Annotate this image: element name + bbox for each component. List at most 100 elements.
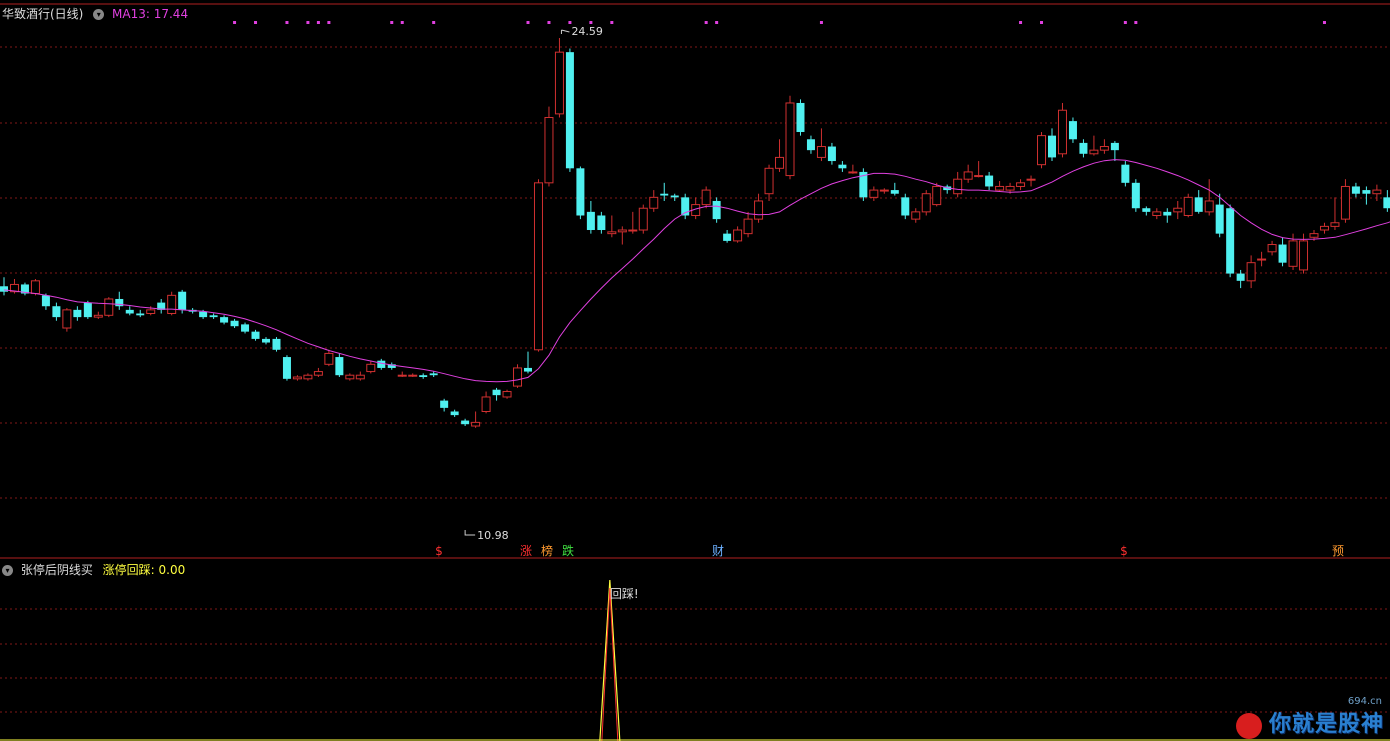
candle-up: [1183, 196, 1193, 216]
top-dot: [233, 21, 237, 24]
high-price-label: 24.59: [560, 25, 603, 38]
candle-up: [554, 51, 564, 115]
candle-up: [167, 294, 177, 314]
candle-down: [586, 211, 595, 231]
low-price-label: 10.98: [464, 529, 509, 542]
candle-down: [440, 400, 449, 408]
top-dot: [285, 21, 289, 24]
top-dot: [547, 21, 551, 24]
candle-up: [921, 193, 931, 213]
candle-down: [890, 190, 899, 194]
event-marker: 榜: [541, 543, 553, 558]
candle-up: [1152, 211, 1162, 216]
candle-down: [282, 357, 291, 379]
candle-down: [576, 168, 585, 216]
candle-up: [30, 280, 40, 295]
candle-up: [1319, 225, 1329, 231]
candle-up: [397, 374, 407, 377]
candle-up: [1026, 178, 1036, 181]
candle-down: [429, 373, 438, 376]
event-marker: $: [1120, 544, 1128, 558]
candle-up: [1257, 258, 1267, 261]
candle-up: [785, 102, 795, 177]
candles: [0, 38, 1390, 428]
collapse-icon[interactable]: ▾: [2, 565, 13, 576]
candle-down: [41, 295, 50, 307]
grid-lines: [0, 3, 1390, 499]
top-dot-markers: [233, 21, 1326, 24]
top-dot: [589, 21, 593, 24]
candle-up: [816, 146, 826, 158]
candle-up: [869, 189, 879, 198]
candle-down: [136, 313, 145, 316]
candle-up: [313, 371, 323, 376]
candle-down: [1163, 211, 1172, 216]
candle-up: [366, 363, 376, 373]
top-dot: [327, 21, 331, 24]
sub-panel-header: ▾ 张停后阴线买 涨停回踩: 0.00: [2, 561, 185, 578]
candle-down: [83, 302, 92, 318]
top-dot: [715, 21, 719, 24]
top-dot: [254, 21, 258, 24]
main-panel-header: 华致酒行(日线) ▾ MA13: 17.44: [2, 5, 188, 22]
candle-down: [1236, 273, 1245, 281]
candle-down: [230, 320, 239, 327]
candle-up: [355, 374, 365, 380]
candle-down: [450, 411, 459, 416]
candle-up: [471, 421, 481, 427]
event-marker: 预: [1332, 544, 1344, 558]
event-marker: 财: [712, 544, 724, 558]
top-dot: [610, 21, 614, 24]
candle-down: [251, 331, 260, 339]
sub-grid-lines: [0, 608, 1390, 713]
candle-up: [1099, 146, 1109, 151]
candle-up: [743, 218, 753, 235]
ma-value: MA13: 17.44: [112, 7, 189, 21]
watermark: 你就是股神: [1235, 706, 1384, 739]
candle-down: [125, 309, 134, 314]
candle-down: [660, 193, 669, 196]
candle-down: [901, 197, 910, 216]
candle-up: [775, 156, 785, 169]
candle-up: [607, 231, 617, 235]
candle-down: [565, 52, 574, 169]
top-dot: [1134, 21, 1138, 24]
candle-up: [764, 167, 774, 195]
event-marker: 涨: [520, 543, 532, 558]
event-markers: $ 涨榜跌 财 $ 预: [435, 543, 1344, 558]
candle-down: [1362, 190, 1371, 194]
candle-down: [1351, 186, 1360, 194]
top-dot: [526, 21, 530, 24]
candle-up: [879, 189, 889, 192]
candle-up: [638, 207, 648, 231]
candle-up: [1299, 240, 1309, 271]
candle-up: [104, 298, 114, 316]
candle-down: [1215, 204, 1224, 234]
candle-down: [1194, 197, 1203, 212]
top-dot: [316, 21, 320, 24]
candle-down: [241, 324, 250, 332]
kline-chart[interactable]: 24.59 10.98 $ 涨榜跌 财 $ 预 回踩!: [0, 0, 1390, 741]
candle-up: [533, 182, 543, 351]
sub-indicator-plot: [0, 579, 1390, 741]
candle-up: [848, 171, 858, 174]
candle-up: [544, 116, 554, 184]
candle-down: [723, 233, 732, 241]
candle-down: [52, 306, 61, 318]
collapse-icon[interactable]: ▾: [93, 9, 105, 20]
top-dot: [704, 21, 708, 24]
top-dot: [400, 21, 404, 24]
candle-up: [617, 229, 627, 233]
stock-title: 华致酒行(日线): [2, 7, 84, 21]
candle-down: [272, 338, 281, 350]
signal-value: 涨停回踩: 0.00: [102, 563, 186, 577]
candle-up: [1288, 240, 1298, 267]
top-dot: [568, 21, 572, 24]
candle-down: [1079, 142, 1088, 154]
candle-down: [461, 420, 470, 425]
candle-down: [1142, 208, 1151, 212]
candle-down: [796, 102, 805, 133]
candle-up: [1340, 185, 1350, 220]
candle-down: [1226, 208, 1235, 274]
candle-down: [73, 309, 82, 318]
